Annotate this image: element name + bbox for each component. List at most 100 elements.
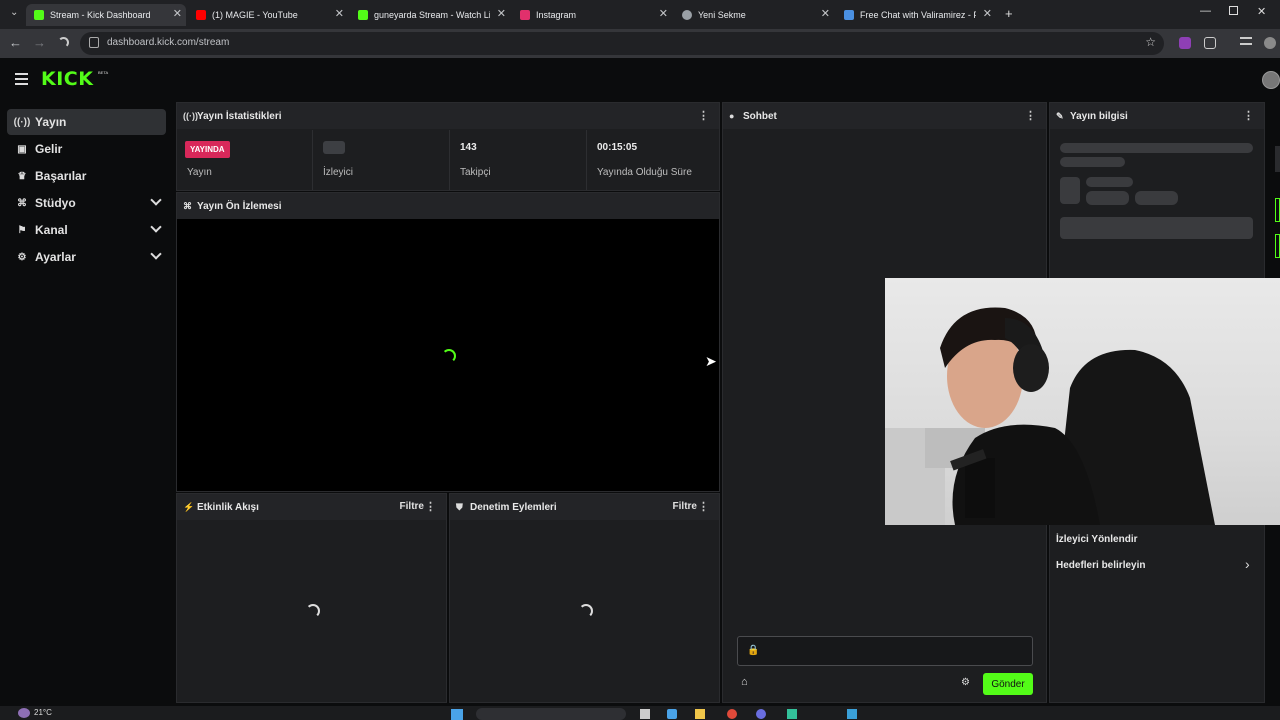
kick-favicon-icon <box>34 10 44 20</box>
loading-spinner-icon <box>442 349 456 363</box>
sidebar-item-gelir[interactable]: ▣ Gelir <box>7 136 166 162</box>
address-bar[interactable]: dashboard.kick.com/stream ☆ <box>80 32 1164 55</box>
skeleton-thumb <box>1060 177 1080 204</box>
skeleton-bar <box>1060 157 1125 167</box>
revenue-icon: ▣ <box>17 143 27 155</box>
taskbar-folder-icon[interactable] <box>695 709 705 719</box>
tab-free-chat[interactable]: Free Chat with Valiramirez - Pal ✕ <box>836 4 996 26</box>
store-icon[interactable]: ⌂ <box>741 676 748 688</box>
puzzle-icon[interactable] <box>1204 37 1216 49</box>
weather-icon[interactable] <box>18 708 30 718</box>
taskbar-chrome-icon[interactable] <box>727 709 737 719</box>
filter-button[interactable]: Filtre <box>400 501 424 512</box>
avatar[interactable] <box>1262 71 1280 89</box>
moderation-title: Denetim Eylemleri <box>470 501 557 513</box>
new-tab-plus-icon[interactable]: + <box>1005 6 1013 21</box>
tab-search-icon[interactable]: ⌄ <box>10 7 18 18</box>
more-options-icon[interactable]: ⋮ <box>425 500 436 513</box>
loading-spinner-icon <box>306 604 320 618</box>
stat-label: Yayın <box>187 167 212 178</box>
more-options-icon[interactable]: ⋮ <box>698 500 709 513</box>
lock-icon: 🔒 <box>747 645 760 656</box>
maximize-icon[interactable] <box>1229 6 1238 15</box>
filter-button[interactable]: Filtre <box>673 501 697 512</box>
forward-arrow-icon[interactable]: → <box>33 35 46 50</box>
stream-stats-panel: ((·)) Yayın İstatistikleri ⋮ YAYINDA Yay… <box>176 102 720 191</box>
stats-title: Yayın İstatistikleri <box>197 110 282 122</box>
site-info-icon[interactable] <box>89 37 99 48</box>
sidebar-item-yayin[interactable]: ((·)) Yayın <box>7 109 166 135</box>
chat-header: ● Sohbet ⋮ <box>723 103 1046 129</box>
tab-guneyarda-stream[interactable]: guneyarda Stream - Watch Live ✕ <box>350 4 510 26</box>
side-button[interactable] <box>1275 198 1280 222</box>
media-icon[interactable] <box>1240 37 1252 45</box>
viewer-redirect-label[interactable]: İzleyici Yönlendir <box>1056 534 1138 545</box>
broadcast-icon: ((·)) <box>183 111 198 121</box>
stat-value: 143 <box>460 142 477 153</box>
gear-icon[interactable]: ⚙ <box>961 677 970 688</box>
close-icon[interactable]: ✕ <box>335 7 344 20</box>
app-header: KICK BETA <box>0 58 1280 102</box>
broadcast-icon: ((·)) <box>13 116 31 128</box>
close-icon[interactable]: ✕ <box>173 7 182 20</box>
instagram-favicon-icon <box>520 10 530 20</box>
webcam-overlay <box>885 278 1280 525</box>
sidebar-item-basarilar[interactable]: ♛ Başarılar <box>7 163 166 189</box>
start-icon[interactable] <box>451 709 463 720</box>
extension-icon[interactable] <box>1179 37 1191 49</box>
wrench-icon: ✎ <box>1056 110 1064 121</box>
preview-title: Yayın Ön İzlemesi <box>197 200 282 212</box>
minimize-icon[interactable]: — <box>1200 5 1211 17</box>
sidebar-item-kanal[interactable]: ⚑ Kanal <box>7 217 166 243</box>
trophy-icon: ♛ <box>17 170 27 182</box>
close-icon[interactable]: ✕ <box>497 7 506 20</box>
sidebar-item-ayarlar[interactable]: ⚙ Ayarlar <box>7 244 166 270</box>
kick-logo[interactable]: KICK <box>41 68 93 90</box>
tab-kick-dashboard[interactable]: Stream - Kick Dashboard ✕ <box>26 4 186 26</box>
back-arrow-icon[interactable]: ← <box>9 35 22 50</box>
skeleton-bar <box>1086 177 1133 187</box>
chevron-right-icon[interactable]: › <box>1245 556 1250 572</box>
tab-instagram[interactable]: Instagram ✕ <box>512 4 672 26</box>
close-icon[interactable]: ✕ <box>821 7 830 20</box>
preview-icon: ⌘ <box>183 200 192 211</box>
chat-input[interactable]: 🔒 <box>737 636 1033 666</box>
close-icon[interactable]: ✕ <box>659 7 668 20</box>
more-options-icon[interactable]: ⋮ <box>1025 109 1036 122</box>
menu-icon[interactable] <box>15 73 28 88</box>
info-header: ✎ Yayın bilgisi ⋮ <box>1050 103 1264 129</box>
close-window-icon[interactable]: ✕ <box>1257 5 1266 18</box>
skeleton-button <box>1060 217 1253 239</box>
info-title: Yayın bilgisi <box>1070 110 1128 122</box>
tab-new-tab[interactable]: Yeni Sekme ✕ <box>674 4 834 26</box>
taskbar-app-icon[interactable] <box>787 709 797 719</box>
stat-viewers: İzleyici <box>313 130 450 190</box>
side-button[interactable] <box>1275 234 1280 258</box>
profile-avatar-icon[interactable] <box>1264 37 1276 49</box>
close-icon[interactable]: ✕ <box>983 7 992 20</box>
taskbar-app-icon[interactable] <box>756 709 766 719</box>
more-options-icon[interactable]: ⋮ <box>1243 109 1254 122</box>
sidebar-item-studyo[interactable]: ⌘ Stüdyo <box>7 190 166 216</box>
bookmark-star-icon[interactable]: ☆ <box>1145 35 1156 49</box>
taskbar-app-icon[interactable] <box>640 709 650 719</box>
taskbar-app-icon[interactable] <box>847 709 857 719</box>
send-button[interactable]: Gönder <box>983 673 1033 695</box>
channel-icon: ⚑ <box>17 224 27 236</box>
gear-icon: ⚙ <box>17 251 27 263</box>
taskbar-app-icon[interactable] <box>667 709 677 719</box>
stat-label: İzleyici <box>323 167 354 178</box>
mouse-cursor-icon: ➤ <box>705 353 717 369</box>
chat-title: Sohbet <box>743 110 777 122</box>
shield-icon: ⛊ <box>456 501 463 512</box>
loading-icon[interactable] <box>58 37 69 48</box>
beta-badge: BETA <box>98 70 109 75</box>
set-goals-link[interactable]: Hedefleri belirleyin <box>1056 560 1145 571</box>
scroll-thumb[interactable] <box>1275 146 1280 172</box>
loading-spinner-icon <box>579 604 593 618</box>
more-options-icon[interactable]: ⋮ <box>698 109 709 122</box>
tab-youtube[interactable]: (1) MAGIE - YouTube ✕ <box>188 4 348 26</box>
stat-value: 00:15:05 <box>597 142 638 153</box>
chevron-down-icon <box>150 221 162 233</box>
taskbar-search-input[interactable] <box>476 708 626 720</box>
